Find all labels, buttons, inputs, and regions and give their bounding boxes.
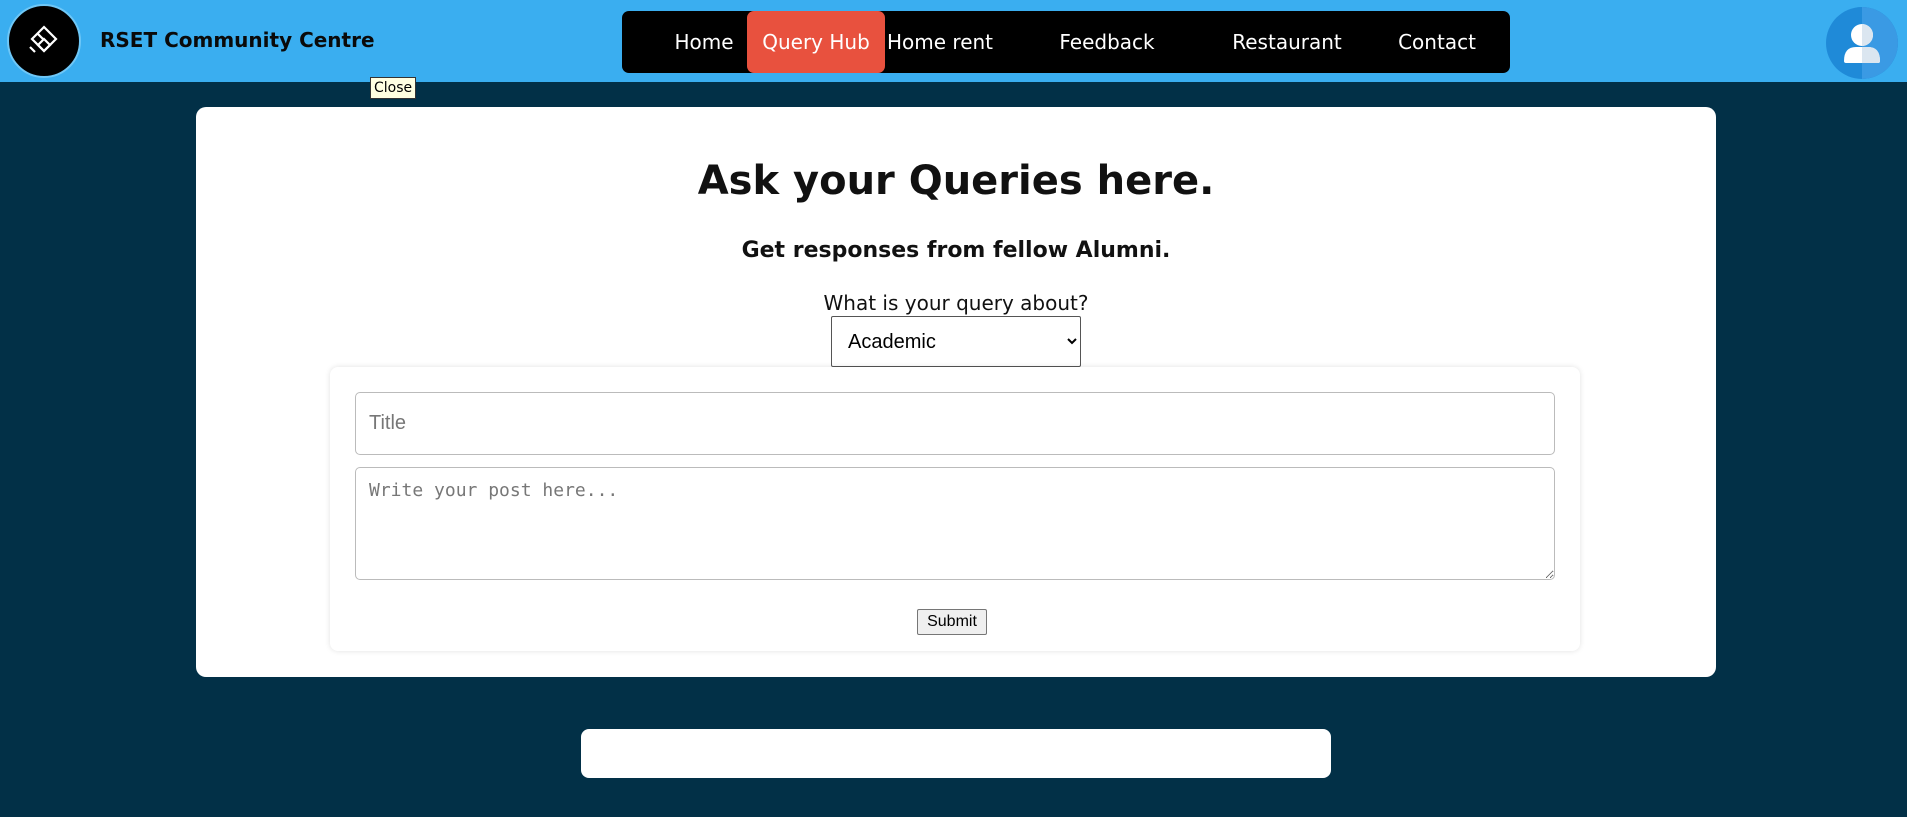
site-title: RSET Community Centre: [100, 28, 375, 52]
user-avatar-icon: [1844, 7, 1898, 79]
query-card: Ask your Queries here. Get responses fro…: [196, 107, 1716, 677]
close-tooltip: Close: [370, 77, 417, 99]
posts-panel: [581, 729, 1331, 778]
submit-button[interactable]: Submit: [917, 609, 987, 635]
logo[interactable]: [7, 4, 81, 78]
nav-item-query-hub[interactable]: Query Hub: [747, 11, 885, 73]
post-form: Submit: [330, 367, 1580, 651]
page-subtitle: Get responses from fellow Alumni.: [741, 238, 1171, 263]
profile-avatar[interactable]: [1826, 7, 1898, 79]
nav-item-contact[interactable]: Contact: [1382, 11, 1492, 73]
nav-item-restaurant[interactable]: Restaurant: [1222, 11, 1352, 73]
nav-item-home-rent[interactable]: Home rent: [885, 11, 995, 73]
main-nav: Home Query Hub Home rent Feedback Restau…: [622, 11, 1510, 73]
nav-item-feedback[interactable]: Feedback: [1042, 11, 1172, 73]
title-input[interactable]: [355, 392, 1555, 455]
category-select[interactable]: Academic: [831, 316, 1081, 367]
site-header: RSET Community Centre Home Query Hub Hom…: [0, 0, 1907, 82]
category-label: What is your query about?: [823, 291, 1089, 315]
post-textarea[interactable]: [355, 467, 1555, 580]
rset-logo-icon: [29, 25, 58, 53]
page-title: Ask your Queries here.: [697, 158, 1215, 204]
